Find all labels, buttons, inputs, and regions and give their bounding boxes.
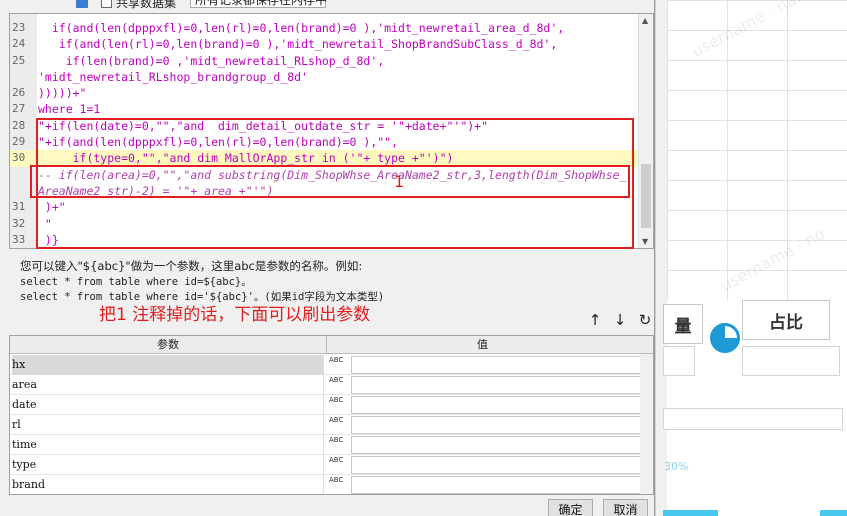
column-header-value[interactable]: 值	[327, 336, 638, 354]
table-row[interactable]: area ABC	[10, 375, 650, 395]
background-percent: 30%	[664, 460, 689, 473]
progress-bar	[663, 510, 718, 516]
ok-button[interactable]: 确定	[548, 499, 593, 516]
param-name: time	[12, 435, 324, 455]
background-cell	[663, 346, 695, 376]
param-value-input[interactable]	[351, 416, 645, 434]
type-abc-icon[interactable]: ABC	[327, 355, 349, 375]
type-icon-text: ABC	[329, 416, 344, 424]
type-abc-icon[interactable]: ABC	[327, 435, 349, 455]
progress-bar	[820, 510, 847, 516]
code-line: 'midt_newretail_RLshop_brandgroup_d_8d'	[38, 69, 309, 84]
type-icon-text: ABC	[329, 436, 344, 444]
table-row[interactable]: brand ABC	[10, 475, 650, 494]
param-name: brand	[12, 475, 324, 494]
records-dropdown-value: 所有记录都保存在内存中	[195, 0, 328, 7]
type-icon-text: ABC	[329, 476, 344, 484]
move-up-icon[interactable]: ↑	[586, 311, 604, 329]
type-abc-icon[interactable]: ABC	[327, 375, 349, 395]
quantity-button[interactable]: 量	[663, 304, 703, 344]
code-line: 25 if(len(brand)=0 ,'midt_newretail_RLsh…	[12, 53, 385, 68]
type-abc-icon[interactable]: ABC	[327, 455, 349, 475]
code-line: 23 if(and(len(dpppxfl)=0,len(rl)=0,len(b…	[12, 21, 565, 35]
scroll-down-arrow-icon[interactable]: ▼	[642, 237, 648, 246]
ratio-button[interactable]: 占比	[742, 300, 830, 340]
table-row[interactable]: date ABC	[10, 395, 650, 415]
param-name: type	[12, 455, 324, 475]
type-icon-text: ABC	[329, 456, 344, 464]
background-cell	[742, 346, 840, 376]
param-value-input[interactable]	[351, 396, 645, 414]
refresh-icon[interactable]: ↻	[636, 311, 654, 329]
share-dataset-checkbox[interactable]	[101, 0, 112, 8]
table-header: 参数 值	[10, 336, 653, 354]
pie-chart-icon	[710, 323, 740, 353]
dataset-icon[interactable]	[76, 0, 88, 8]
annotation-box-inner	[30, 165, 630, 198]
table-vertical-scrollbar[interactable]	[640, 354, 653, 494]
annotation-note: 把1 注释掉的话，下面可以刷出参数	[99, 305, 371, 325]
type-abc-icon[interactable]: ABC	[327, 395, 349, 415]
type-icon-text: ABC	[329, 356, 344, 364]
type-icon-text: ABC	[329, 396, 344, 404]
param-name: area	[12, 375, 324, 395]
table-row[interactable]: hx ABC	[10, 355, 650, 375]
background-row	[663, 408, 843, 430]
cancel-button[interactable]: 取消	[603, 499, 648, 516]
sql-dataset-dialog: 共享数据集 所有记录都保存在内存中 23 if(and(len(dpppxfl)…	[0, 0, 655, 516]
param-name: hx	[12, 355, 324, 375]
param-value-input[interactable]	[351, 376, 645, 394]
param-value-input[interactable]	[351, 476, 645, 494]
param-name: date	[12, 395, 324, 415]
parameter-example-1: select * from table where id=${abc}。	[20, 276, 252, 288]
param-name: rl	[12, 415, 324, 435]
table-row[interactable]: rl ABC	[10, 415, 650, 435]
move-down-icon[interactable]: ↓	[611, 311, 629, 329]
param-value-input[interactable]	[351, 456, 645, 474]
param-value-input[interactable]	[351, 436, 645, 454]
type-abc-icon[interactable]: ABC	[327, 475, 349, 494]
dialog-toolbar: 共享数据集 所有记录都保存在内存中	[0, 0, 655, 9]
parameters-table: 参数 值 hx ABC area ABC date ABC rl ABC tim…	[9, 335, 654, 495]
scrollbar-thumb[interactable]	[641, 164, 651, 228]
background-report-canvas: username · name username · no	[655, 0, 847, 516]
share-dataset-label: 共享数据集	[116, 0, 177, 9]
type-abc-icon[interactable]: ABC	[327, 415, 349, 435]
annotation-marker: 1	[394, 172, 405, 191]
editor-vertical-scrollbar[interactable]: ▲ ▼	[638, 14, 653, 248]
code-line: 27 where 1=1	[12, 102, 101, 117]
code-line: 24 if(and(len(rl)=0,len(brand)=0 ),'midt…	[12, 37, 558, 52]
column-header-param[interactable]: 参数	[10, 336, 327, 354]
window-edge	[655, 0, 667, 516]
type-icon-text: ABC	[329, 376, 344, 384]
table-row[interactable]: type ABC	[10, 455, 650, 475]
records-dropdown[interactable]: 所有记录都保存在内存中	[190, 0, 328, 8]
table-row[interactable]: time ABC	[10, 435, 650, 455]
parameter-hint: 您可以键入"${abc}"做为一个参数，这里abc是参数的名称。例如:	[20, 259, 363, 273]
scroll-up-arrow-icon[interactable]: ▲	[642, 16, 648, 25]
code-line: 26)))))+"	[12, 86, 87, 101]
param-value-input[interactable]	[351, 356, 645, 374]
